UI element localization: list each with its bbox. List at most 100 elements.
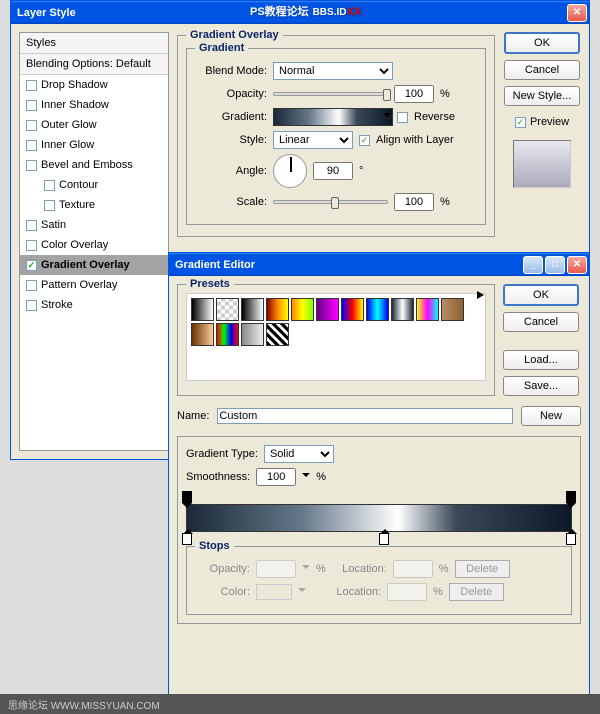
angle-unit: ° [359, 165, 363, 177]
gradient-preview[interactable] [273, 108, 393, 126]
style-checkbox[interactable] [44, 200, 55, 211]
presets-label: Presets [186, 278, 234, 290]
preset-swatch[interactable] [241, 298, 264, 321]
style-label: Style: [195, 134, 267, 146]
stops-group: Stops Opacity: % Location: % Delete Colo… [186, 546, 572, 615]
style-item[interactable]: Color Overlay [20, 235, 168, 255]
color-stop[interactable] [379, 533, 389, 545]
style-checkbox[interactable] [26, 300, 37, 311]
style-item[interactable]: Inner Shadow [20, 95, 168, 115]
scale-unit: % [440, 196, 450, 208]
style-select[interactable]: Linear [273, 131, 353, 149]
preset-swatch[interactable] [316, 298, 339, 321]
style-checkbox[interactable] [26, 160, 37, 171]
preset-swatch[interactable] [341, 298, 364, 321]
style-label: Stroke [41, 299, 73, 311]
style-item[interactable]: Satin [20, 215, 168, 235]
style-checkbox[interactable] [26, 280, 37, 291]
cancel-button[interactable]: Cancel [504, 60, 580, 80]
preset-swatch[interactable] [291, 298, 314, 321]
style-item[interactable]: Outer Glow [20, 115, 168, 135]
opacity-stop[interactable] [566, 491, 576, 503]
scale-slider[interactable] [273, 200, 388, 204]
preview-swatch [513, 140, 571, 188]
preview-checkbox[interactable] [515, 117, 526, 128]
ok-button[interactable]: OK [503, 284, 579, 306]
style-item[interactable]: Gradient Overlay [20, 255, 168, 275]
close-icon[interactable]: ✕ [567, 256, 587, 274]
style-item[interactable]: Bevel and Emboss [20, 155, 168, 175]
delete-button: Delete [449, 583, 504, 601]
reverse-label: Reverse [414, 111, 455, 123]
style-checkbox[interactable] [26, 240, 37, 251]
new-style-button[interactable]: New Style... [504, 86, 580, 106]
style-checkbox[interactable] [26, 260, 37, 271]
stops-title: Stops [195, 540, 234, 552]
opacity-stop[interactable] [182, 491, 192, 503]
angle-dial[interactable] [273, 154, 307, 188]
scale-label: Scale: [195, 196, 267, 208]
style-checkbox[interactable] [44, 180, 55, 191]
preset-grid [186, 293, 486, 381]
gtype-label: Gradient Type: [186, 448, 258, 460]
blending-options[interactable]: Blending Options: Default [20, 54, 168, 75]
preset-swatch[interactable] [216, 323, 239, 346]
style-item[interactable]: Texture [20, 195, 168, 215]
blend-mode-select[interactable]: Normal [273, 62, 393, 80]
preset-swatch[interactable] [241, 323, 264, 346]
style-label: Pattern Overlay [41, 279, 117, 291]
smooth-label: Smoothness: [186, 471, 250, 483]
close-icon[interactable]: ✕ [567, 4, 587, 22]
preset-swatch[interactable] [216, 298, 239, 321]
preset-swatch[interactable] [266, 323, 289, 346]
preset-swatch[interactable] [441, 298, 464, 321]
presets-menu-icon[interactable] [477, 291, 484, 299]
styles-header[interactable]: Styles [20, 33, 168, 54]
style-item[interactable]: Stroke [20, 295, 168, 315]
opacity-unit: % [440, 88, 450, 100]
gradient-subgroup: Gradient Blend Mode: Normal Opacity: % G… [186, 48, 486, 225]
style-checkbox[interactable] [26, 100, 37, 111]
color-stop[interactable] [566, 533, 576, 545]
style-item[interactable]: Inner Glow [20, 135, 168, 155]
style-item[interactable]: Drop Shadow [20, 75, 168, 95]
watermark-xx: XX [346, 6, 361, 18]
preset-swatch[interactable] [391, 298, 414, 321]
opacity-input[interactable] [394, 85, 434, 103]
stop-location-input [387, 583, 427, 601]
presets-group: Presets [177, 284, 495, 396]
gradient-bar[interactable] [186, 504, 572, 532]
style-item[interactable]: Contour [20, 175, 168, 195]
style-checkbox[interactable] [26, 120, 37, 131]
style-checkbox[interactable] [26, 140, 37, 151]
style-item[interactable]: Pattern Overlay [20, 275, 168, 295]
style-label: Contour [59, 179, 98, 191]
minimize-icon[interactable]: _ [523, 256, 543, 274]
smooth-input[interactable] [256, 468, 296, 486]
preset-swatch[interactable] [191, 323, 214, 346]
maximize-icon[interactable]: □ [545, 256, 565, 274]
preset-swatch[interactable] [191, 298, 214, 321]
stop-location-label: Location: [326, 586, 381, 598]
angle-input[interactable] [313, 162, 353, 180]
name-input[interactable] [217, 408, 513, 424]
style-checkbox[interactable] [26, 80, 37, 91]
preview-label: Preview [530, 116, 569, 128]
preset-swatch[interactable] [266, 298, 289, 321]
opacity-slider[interactable] [273, 92, 388, 96]
watermark-text: PS教程论坛 [250, 6, 309, 18]
preset-swatch[interactable] [416, 298, 439, 321]
gtype-select[interactable]: Solid [264, 445, 334, 463]
preset-swatch[interactable] [366, 298, 389, 321]
scale-input[interactable] [394, 193, 434, 211]
style-checkbox[interactable] [26, 220, 37, 231]
titlebar[interactable]: Gradient Editor _ □ ✕ [169, 253, 589, 276]
new-button[interactable]: New [521, 406, 581, 426]
color-stop[interactable] [182, 533, 192, 545]
save-button[interactable]: Save... [503, 376, 579, 396]
cancel-button[interactable]: Cancel [503, 312, 579, 332]
load-button[interactable]: Load... [503, 350, 579, 370]
align-checkbox[interactable] [359, 135, 370, 146]
reverse-checkbox[interactable] [397, 112, 408, 123]
ok-button[interactable]: OK [504, 32, 580, 54]
